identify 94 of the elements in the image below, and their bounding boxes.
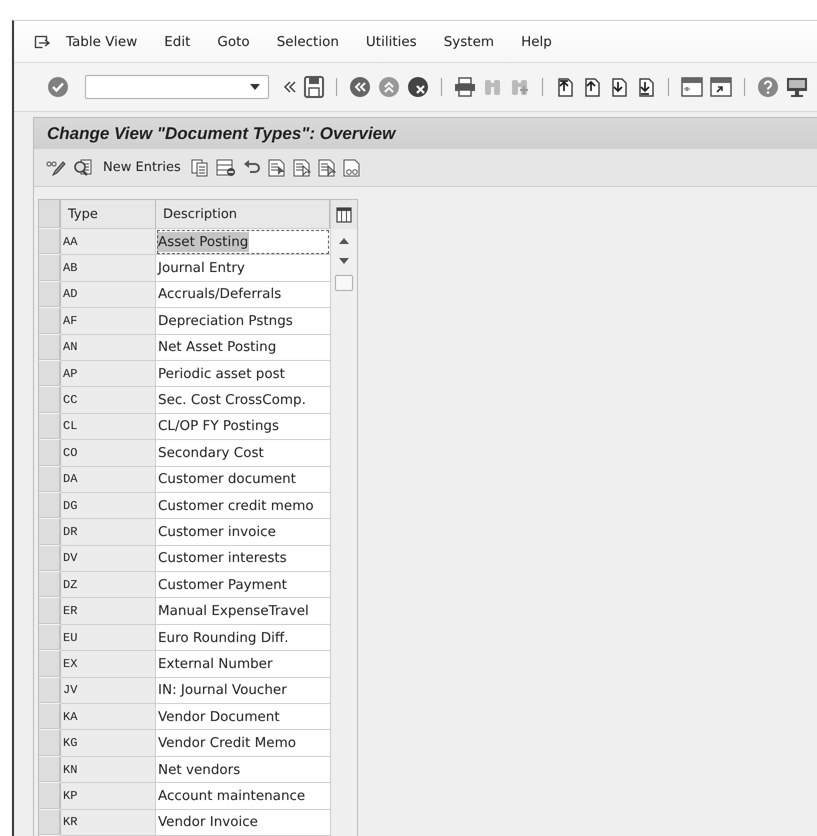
row-selector[interactable] bbox=[39, 546, 61, 572]
table-cell: DG bbox=[61, 492, 156, 520]
table-cell: KN bbox=[61, 756, 156, 784]
table-cell: DA bbox=[61, 466, 156, 493]
up-arrows-icon[interactable] bbox=[378, 76, 400, 98]
glasses-document-icon[interactable] bbox=[342, 158, 361, 176]
menu-item[interactable]: Edit bbox=[164, 34, 190, 50]
table-cell: EX bbox=[61, 651, 156, 678]
binoculars-icon[interactable] bbox=[483, 77, 503, 97]
table-cell: AF bbox=[61, 308, 156, 335]
menu-item[interactable]: Utilities bbox=[366, 34, 417, 50]
select-all-rows-button[interactable] bbox=[39, 200, 61, 229]
column-settings-icon[interactable] bbox=[336, 206, 352, 222]
magnifier-list-icon[interactable] bbox=[73, 158, 93, 176]
row-selector[interactable] bbox=[39, 730, 61, 757]
scrollbar-thumb[interactable] bbox=[335, 275, 353, 291]
table-cell: DV bbox=[61, 546, 156, 572]
table-cell: DZ bbox=[61, 572, 156, 598]
dropdown-arrow-icon[interactable] bbox=[250, 84, 260, 90]
scroll-down-icon[interactable] bbox=[339, 258, 349, 264]
row-selector[interactable] bbox=[39, 229, 61, 256]
input-field[interactable]: Asset Posting bbox=[156, 229, 330, 256]
table-cell: KA bbox=[61, 704, 156, 730]
table-cell: CC bbox=[61, 387, 156, 414]
table-cell: CL bbox=[61, 414, 156, 440]
new-entries-button[interactable]: New Entries bbox=[99, 158, 185, 177]
table-cell: DR bbox=[61, 519, 156, 546]
table-cell: CO bbox=[61, 440, 156, 467]
table-cell: JV bbox=[61, 678, 156, 704]
floppy-disk-icon[interactable] bbox=[304, 76, 324, 98]
table-cell: KG bbox=[61, 730, 156, 757]
row-selector[interactable] bbox=[39, 440, 61, 467]
row-selector[interactable] bbox=[39, 255, 61, 282]
menu-item[interactable]: Goto bbox=[217, 34, 250, 50]
row-selector[interactable] bbox=[39, 572, 61, 598]
input-field[interactable]: Customer interests bbox=[156, 546, 330, 572]
row-selector[interactable] bbox=[39, 282, 61, 308]
menu-item[interactable]: Table View bbox=[66, 34, 138, 50]
table-cell: KR bbox=[61, 810, 156, 836]
row-selector[interactable] bbox=[39, 519, 61, 546]
table-cell: AN bbox=[61, 334, 156, 361]
row-selector[interactable] bbox=[39, 810, 61, 836]
delete-rows-icon[interactable] bbox=[216, 158, 236, 176]
row-selector[interactable] bbox=[39, 492, 61, 520]
table-cell: KP bbox=[61, 783, 156, 810]
deselect-icon[interactable] bbox=[318, 158, 336, 176]
menu-item[interactable]: Selection bbox=[276, 34, 339, 50]
glasses-pencil-icon[interactable] bbox=[46, 158, 66, 176]
row-selector[interactable] bbox=[39, 414, 61, 440]
column-header[interactable]: Type bbox=[61, 200, 156, 229]
monitor-icon[interactable] bbox=[786, 76, 808, 98]
row-selector[interactable] bbox=[39, 360, 61, 388]
row-selector[interactable] bbox=[39, 783, 61, 810]
row-selector[interactable] bbox=[39, 651, 61, 678]
screen-title: Change View "Document Types": Overview bbox=[47, 124, 396, 144]
table-cell: AA bbox=[61, 229, 156, 256]
shortcut-window-icon[interactable] bbox=[710, 77, 732, 97]
printer-icon[interactable] bbox=[454, 77, 476, 97]
binoculars-plus-icon[interactable] bbox=[510, 77, 530, 97]
menu-icon[interactable] bbox=[34, 34, 50, 48]
menu-item[interactable]: System bbox=[444, 34, 494, 50]
input-field[interactable]: CL/OP FY Postings bbox=[156, 414, 330, 440]
cancel-icon[interactable] bbox=[407, 76, 429, 98]
input-field[interactable]: Vendor Invoice bbox=[156, 810, 330, 836]
row-selector[interactable] bbox=[39, 678, 61, 704]
new-window-icon[interactable] bbox=[681, 77, 703, 97]
back-icon[interactable] bbox=[349, 76, 371, 98]
menu-item[interactable]: Help bbox=[521, 34, 552, 50]
row-selector[interactable] bbox=[39, 387, 61, 414]
undo-icon[interactable] bbox=[242, 160, 261, 176]
double-chevron-icon[interactable] bbox=[283, 80, 297, 94]
row-selector[interactable] bbox=[39, 704, 61, 730]
scroll-up-icon[interactable] bbox=[339, 238, 349, 244]
input-field[interactable]: IN: Journal Voucher bbox=[156, 678, 330, 704]
row-selector[interactable] bbox=[39, 624, 61, 652]
table-cell: AP bbox=[61, 360, 156, 388]
row-selector[interactable] bbox=[39, 334, 61, 361]
row-selector[interactable] bbox=[39, 598, 61, 625]
select-block-icon[interactable] bbox=[292, 158, 311, 176]
select-all-icon[interactable] bbox=[268, 158, 286, 176]
table-cell: AD bbox=[61, 282, 156, 308]
row-selector[interactable] bbox=[39, 308, 61, 335]
check-circle-icon[interactable] bbox=[47, 76, 69, 98]
table-cell: EU bbox=[61, 624, 156, 652]
help-icon[interactable] bbox=[757, 76, 779, 98]
row-selector[interactable] bbox=[39, 756, 61, 784]
column-header[interactable]: Description bbox=[156, 200, 330, 229]
table-cell: AB bbox=[61, 255, 156, 282]
input-field[interactable]: Customer document bbox=[156, 466, 330, 493]
row-selector[interactable] bbox=[39, 466, 61, 493]
command-field[interactable] bbox=[85, 75, 269, 99]
input-field[interactable]: Net Asset Posting bbox=[156, 334, 330, 361]
copy-icon[interactable] bbox=[190, 158, 209, 176]
table-cell: ER bbox=[61, 598, 156, 625]
